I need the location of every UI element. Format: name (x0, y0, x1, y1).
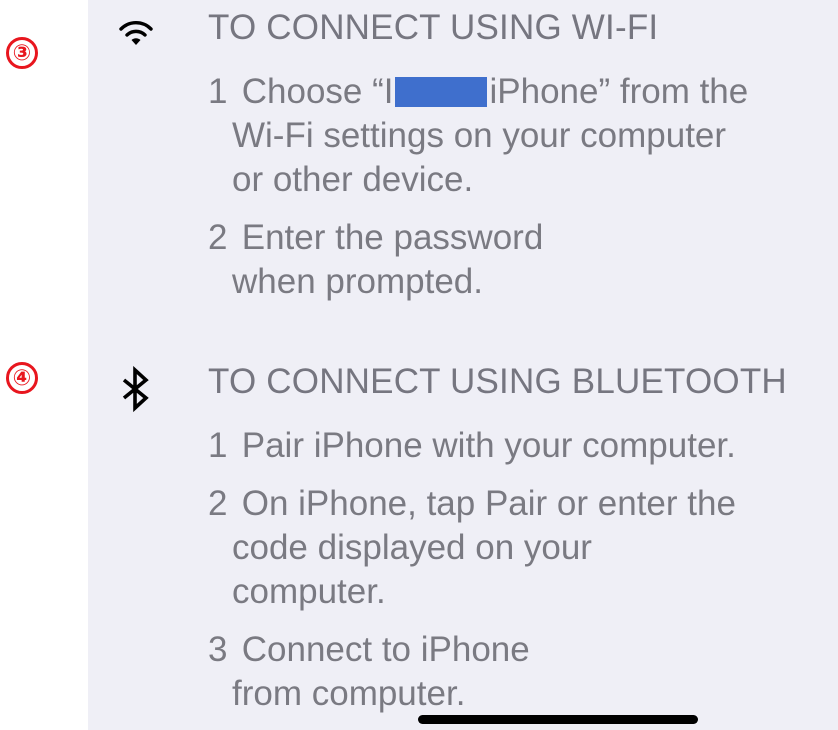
bluetooth-steps: 1 Pair iPhone with your computer. 2 On i… (208, 424, 736, 730)
bluetooth-icon (122, 366, 149, 413)
redacted-device-name (395, 77, 488, 107)
step-badge-3: ③ (6, 37, 38, 69)
wifi-step-1: 1 Choose “I iPhone” from the Wi-Fi settin… (208, 72, 749, 199)
bluetooth-step-3: 3 Connect to iPhone from computer. (208, 630, 530, 713)
hotspot-instructions-panel: TO CONNECT USING WI-FI 1 Choose “I iPhone… (88, 0, 838, 730)
step-badge-4: ④ (6, 362, 38, 394)
home-indicator[interactable] (418, 715, 698, 724)
wifi-heading: TO CONNECT USING WI-FI (208, 8, 659, 47)
wifi-steps: 1 Choose “I iPhone” from the Wi-Fi settin… (208, 70, 748, 318)
wifi-icon (119, 21, 153, 45)
bluetooth-heading: TO CONNECT USING BLUETOOTH (208, 362, 787, 401)
bluetooth-step-2: 2 On iPhone, tap Pair or enter the code … (208, 484, 736, 611)
bluetooth-step-1: 1 Pair iPhone with your computer. (208, 426, 736, 465)
wifi-step-2: 2 Enter the password when prompted. (208, 218, 544, 301)
